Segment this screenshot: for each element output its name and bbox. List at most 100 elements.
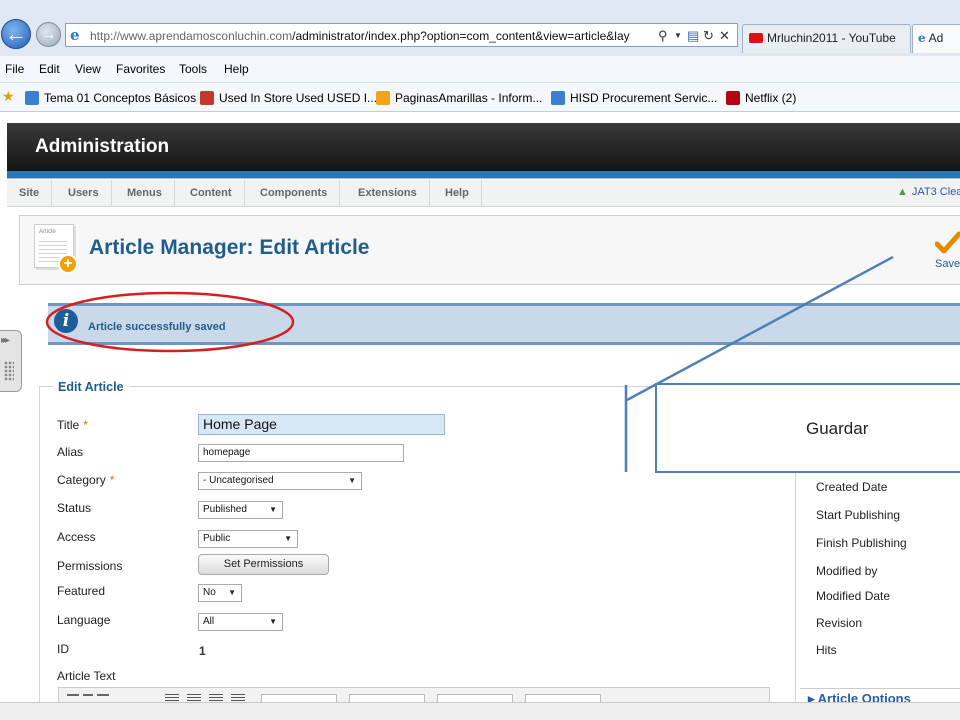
set-permissions-button[interactable]: Set Permissions [198, 554, 329, 575]
page-icon [200, 91, 214, 105]
page-icon [551, 91, 565, 105]
toolbar-box: Article + Article Manager: Edit Article … [19, 215, 960, 285]
template-icon: ▲ [897, 186, 908, 198]
admin-header: Administration [7, 123, 960, 171]
arrow-left-icon: ← [5, 21, 27, 46]
status-label: Status [57, 501, 92, 515]
start-publishing-label: Start Publishing [816, 508, 901, 522]
dropdown-arrow-icon[interactable]: ▼ [674, 27, 682, 45]
admin-menu-extensions[interactable]: Extensions [346, 180, 430, 206]
menu-view[interactable]: View [75, 61, 101, 77]
tab-admin-label: Ad [928, 31, 944, 45]
article-icon-caption: Article [39, 229, 56, 235]
expand-arrows-icon: ▸▸▸ [1, 335, 10, 346]
tab-admin[interactable]: e Ad [912, 24, 960, 53]
favorite-item[interactable]: Used In Store Used USED I... [200, 90, 377, 106]
menu-help[interactable]: Help [224, 61, 249, 77]
id-label: ID [57, 642, 69, 656]
favorite-item[interactable]: HISD Procurement Servic... [551, 90, 717, 106]
title-label-text: Title [57, 418, 80, 432]
template-label: JAT3 Clean C [911, 186, 960, 198]
favorite-item[interactable]: Netflix (2) [726, 90, 796, 106]
page-icon [376, 91, 390, 105]
callout-text: Guardar [806, 419, 869, 438]
page-title: Article Manager: Edit Article [89, 236, 370, 259]
refresh-icon[interactable]: ↻ [703, 27, 714, 45]
url-scheme-host: http://www.aprendamosconluchin.com [90, 29, 293, 43]
admin-menu-components[interactable]: Components [248, 180, 341, 206]
category-label: Category * [57, 473, 114, 488]
add-badge-icon: + [58, 254, 78, 274]
publishing-panel: Created Date Start Publishing Finish Pub… [800, 466, 960, 696]
language-select[interactable]: All [198, 613, 283, 631]
menu-tools[interactable]: Tools [179, 61, 207, 77]
favorite-label: PaginasAmarillas - Inform... [395, 91, 543, 105]
grip-icon [4, 361, 14, 381]
revision-label: Revision [816, 616, 863, 630]
favorite-label: Used In Store Used USED I... [219, 91, 378, 105]
featured-select[interactable]: No [198, 584, 242, 602]
window-bottom-border [0, 702, 960, 720]
access-label: Access [57, 530, 96, 544]
fieldset-legend: Edit Article [53, 379, 129, 395]
menu-file[interactable]: File [5, 61, 24, 77]
favorite-item[interactable]: PaginasAmarillas - Inform... [376, 90, 542, 106]
alias-input[interactable]: homepage [198, 444, 404, 462]
ie-tab-icon: e [918, 31, 926, 45]
forward-button[interactable]: → [36, 22, 61, 47]
page-icon [25, 91, 39, 105]
created-date-label: Created Date [816, 480, 888, 494]
checkmark-icon [935, 231, 960, 254]
save-button[interactable]: Save [932, 230, 960, 274]
stop-icon[interactable]: ✕ [719, 27, 730, 45]
featured-label: Featured [57, 584, 106, 598]
menu-favorites[interactable]: Favorites [116, 61, 165, 77]
compatibility-view-icon[interactable]: ▤ [687, 27, 699, 45]
ie-logo-icon: e [70, 26, 80, 44]
search-icon[interactable]: ⚲ [658, 27, 668, 45]
id-value: 1 [199, 644, 206, 658]
address-url[interactable]: http://www.aprendamosconluchin.com/admin… [90, 28, 660, 44]
back-button[interactable]: ← [1, 19, 31, 49]
address-bar[interactable]: e http://www.aprendamosconluchin.com/adm… [65, 23, 738, 47]
favorite-item[interactable]: Tema 01 Conceptos Básicos [25, 90, 196, 106]
tab-youtube[interactable]: Mrluchin2011 - YouTube [742, 24, 911, 53]
title-label: Title * [57, 418, 88, 433]
admin-menu-help[interactable]: Help [433, 180, 482, 206]
favorites-star-icon[interactable]: ★ [2, 88, 15, 104]
side-panel-handle[interactable]: ▸▸▸ [0, 330, 22, 392]
required-mark: * [83, 418, 88, 432]
modified-date-label: Modified Date [816, 589, 891, 603]
admin-menu-content[interactable]: Content [178, 180, 245, 206]
template-link[interactable]: ▲JAT3 Clean C [897, 186, 960, 198]
required-mark: * [109, 473, 115, 487]
finish-publishing-label: Finish Publishing [816, 536, 907, 550]
language-label: Language [57, 613, 111, 627]
permissions-label: Permissions [57, 559, 123, 573]
save-label: Save [935, 258, 960, 270]
youtube-icon [749, 33, 763, 43]
category-select[interactable]: - Uncategorised [198, 472, 362, 490]
system-message: i Article successfully saved [48, 303, 960, 345]
title-input[interactable]: Home Page [198, 414, 445, 435]
admin-menu-menus[interactable]: Menus [115, 180, 175, 206]
admin-menu: Site Users Menus Content Components Exte… [7, 180, 960, 207]
article-text-label: Article Text [57, 669, 116, 683]
admin-menu-site[interactable]: Site [7, 180, 53, 206]
category-label-text: Category [57, 473, 106, 487]
hits-label: Hits [816, 643, 837, 657]
modified-by-label: Modified by [816, 564, 878, 578]
screen: ← → e http://www.aprendamosconluchin.com… [0, 0, 960, 720]
favorite-label: Tema 01 Conceptos Básicos [44, 91, 197, 105]
browser-nav-bar: ← → e http://www.aprendamosconluchin.com… [0, 0, 960, 56]
status-select[interactable]: Published [198, 501, 283, 519]
favorite-label: HISD Procurement Servic... [570, 91, 718, 105]
netflix-icon [726, 91, 740, 105]
url-path: /administrator/index.php?option=com_cont… [292, 29, 630, 43]
access-select[interactable]: Public [198, 530, 298, 548]
favorites-bar: ★ Tema 01 Conceptos Básicos Used In Stor… [0, 83, 960, 112]
admin-title: Administration [35, 136, 170, 157]
header-strip [7, 171, 960, 179]
admin-menu-users[interactable]: Users [56, 180, 112, 206]
menu-edit[interactable]: Edit [39, 61, 60, 77]
